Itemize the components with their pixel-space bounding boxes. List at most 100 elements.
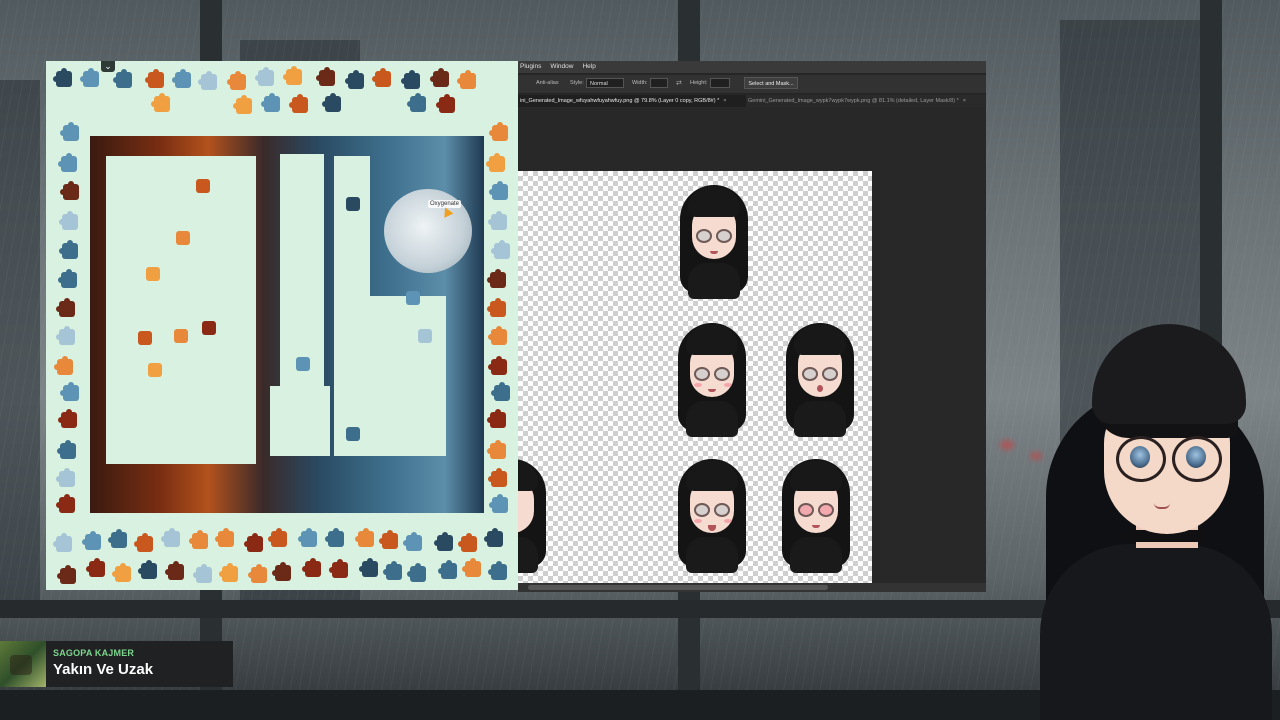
puzzle-piece[interactable]: [202, 321, 216, 335]
puzzle-piece[interactable]: [148, 363, 162, 377]
puzzle-piece[interactable]: [418, 329, 432, 343]
chibi-sticker-wink[interactable]: [672, 317, 752, 437]
puzzle-piece[interactable]: [487, 409, 506, 428]
puzzle-piece[interactable]: [489, 181, 508, 200]
puzzle-piece[interactable]: [383, 561, 402, 580]
puzzle-piece[interactable]: [113, 69, 132, 88]
puzzle-piece[interactable]: [58, 153, 77, 172]
height-field[interactable]: [710, 78, 730, 88]
anti-alias-label[interactable]: Anti-alias: [536, 80, 559, 86]
puzzle-piece[interactable]: [430, 68, 449, 87]
puzzle-piece[interactable]: [58, 269, 77, 288]
puzzle-piece[interactable]: [56, 494, 75, 513]
puzzle-piece[interactable]: [403, 532, 422, 551]
puzzle-piece[interactable]: [138, 560, 157, 579]
puzzle-piece[interactable]: [54, 356, 73, 375]
puzzle-piece[interactable]: [491, 240, 510, 259]
style-select[interactable]: Normal: [586, 78, 624, 88]
puzzle-piece[interactable]: [401, 70, 420, 89]
puzzle-piece[interactable]: [134, 533, 153, 552]
puzzle-piece[interactable]: [491, 382, 510, 401]
puzzle-piece[interactable]: [138, 331, 152, 345]
puzzle-piece[interactable]: [489, 122, 508, 141]
puzzle-piece[interactable]: [488, 211, 507, 230]
puzzle-piece[interactable]: [80, 68, 99, 87]
puzzle-piece[interactable]: [325, 528, 344, 547]
puzzle-piece[interactable]: [193, 564, 212, 583]
puzzle-piece[interactable]: [268, 528, 287, 547]
puzzle-piece[interactable]: [484, 528, 503, 547]
puzzle-piece[interactable]: [407, 93, 426, 112]
puzzle-piece[interactable]: [359, 558, 378, 577]
puzzle-piece[interactable]: [346, 197, 360, 211]
puzzle-piece[interactable]: [198, 71, 217, 90]
puzzle-piece[interactable]: [56, 298, 75, 317]
puzzle-piece[interactable]: [108, 529, 127, 548]
puzzle-piece[interactable]: [272, 562, 291, 581]
puzzle-piece[interactable]: [283, 66, 302, 85]
canvas-area[interactable]: [518, 107, 986, 592]
document-canvas[interactable]: [518, 171, 872, 585]
chibi-sticker-happy[interactable]: [776, 453, 856, 573]
chibi-sticker-surprised[interactable]: [780, 317, 860, 437]
close-icon[interactable]: ×: [963, 98, 966, 104]
puzzle-piece[interactable]: [53, 68, 72, 87]
puzzle-piece[interactable]: [86, 558, 105, 577]
puzzle-piece[interactable]: [161, 528, 180, 547]
puzzle-piece[interactable]: [329, 559, 348, 578]
puzzle-piece[interactable]: [322, 93, 341, 112]
swap-icon[interactable]: ⇄: [676, 79, 682, 87]
puzzle-piece[interactable]: [345, 70, 364, 89]
puzzle-piece[interactable]: [60, 181, 79, 200]
puzzle-piece[interactable]: [227, 71, 246, 90]
puzzle-piece[interactable]: [255, 67, 274, 86]
puzzle-piece[interactable]: [458, 533, 477, 552]
puzzle-piece[interactable]: [486, 153, 505, 172]
puzzle-piece[interactable]: [176, 231, 190, 245]
close-icon[interactable]: ×: [723, 98, 726, 104]
menu-item-help[interactable]: Help: [582, 61, 595, 73]
puzzle-piece[interactable]: [145, 69, 164, 88]
puzzle-piece[interactable]: [457, 70, 476, 89]
puzzle-piece[interactable]: [57, 440, 76, 459]
jigsaw-puzzle-window[interactable]: ⌄ Oxygenate: [46, 61, 518, 590]
puzzle-piece[interactable]: [57, 565, 76, 584]
puzzle-piece[interactable]: [406, 291, 420, 305]
puzzle-piece[interactable]: [434, 532, 453, 551]
puzzle-piece[interactable]: [302, 558, 321, 577]
width-field[interactable]: [650, 78, 668, 88]
puzzle-piece[interactable]: [82, 531, 101, 550]
puzzle-piece[interactable]: [488, 356, 507, 375]
puzzle-piece[interactable]: [112, 563, 131, 582]
puzzle-piece[interactable]: [58, 409, 77, 428]
puzzle-piece[interactable]: [346, 427, 360, 441]
puzzle-piece[interactable]: [165, 561, 184, 580]
chevron-double-down-icon[interactable]: ⌄: [101, 61, 115, 72]
scrollbar-thumb[interactable]: [528, 585, 828, 590]
puzzle-piece[interactable]: [436, 94, 455, 113]
puzzle-piece[interactable]: [60, 382, 79, 401]
puzzle-piece[interactable]: [488, 326, 507, 345]
puzzle-piece[interactable]: [59, 211, 78, 230]
puzzle-piece[interactable]: [219, 563, 238, 582]
horizontal-scrollbar[interactable]: [518, 583, 986, 592]
puzzle-piece[interactable]: [296, 357, 310, 371]
puzzle-piece[interactable]: [407, 563, 426, 582]
puzzle-piece[interactable]: [196, 179, 210, 193]
chibi-sticker-partial[interactable]: [518, 453, 552, 573]
puzzle-piece[interactable]: [487, 440, 506, 459]
menu-item-window[interactable]: Window: [550, 61, 573, 73]
menu-item-plugins[interactable]: Plugins: [520, 61, 541, 73]
puzzle-piece[interactable]: [379, 530, 398, 549]
puzzle-piece[interactable]: [189, 530, 208, 549]
chibi-sticker-peace[interactable]: [672, 453, 752, 573]
puzzle-piece[interactable]: [53, 533, 72, 552]
puzzle-piece[interactable]: [489, 494, 508, 513]
puzzle-piece[interactable]: [215, 528, 234, 547]
puzzle-piece[interactable]: [487, 298, 506, 317]
puzzle-piece[interactable]: [151, 93, 170, 112]
select-and-mask-button[interactable]: Select and Mask...: [744, 77, 798, 89]
puzzle-piece[interactable]: [488, 468, 507, 487]
puzzle-piece[interactable]: [355, 528, 374, 547]
puzzle-piece[interactable]: [244, 533, 263, 552]
